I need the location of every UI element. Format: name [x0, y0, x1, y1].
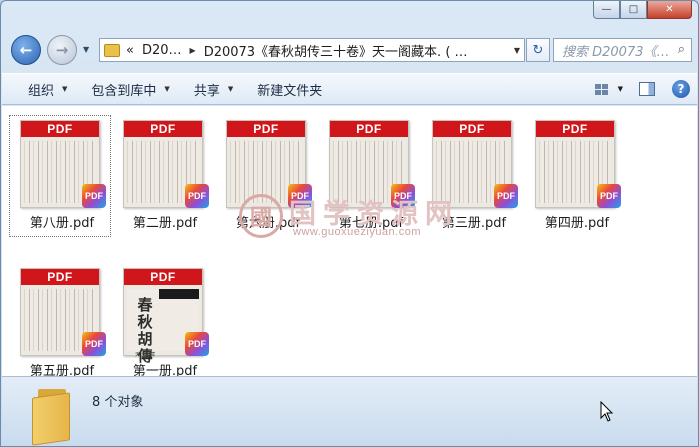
chevron-down-icon: ▼	[227, 85, 234, 93]
include-in-library-menu[interactable]: 包含到库中 ▼	[79, 80, 181, 99]
file-list[interactable]: PDF PDF 第八册.pdf PDF PDF 第二册.pdf PDF PDF 第六册.pdf P…	[2, 106, 697, 379]
pdf-label: PDF	[227, 121, 305, 137]
file-item[interactable]: PDF PDF 第二册.pdf	[115, 113, 215, 231]
address-bar[interactable]: « D20… ▶ D20073《春秋胡传三十卷》天一阁藏本. ( … ▼	[99, 38, 525, 62]
preview-pane-button[interactable]	[637, 80, 657, 98]
change-view-button[interactable]	[592, 80, 612, 98]
organize-label: 组织	[28, 83, 55, 99]
organize-menu[interactable]: 组织 ▼	[2, 80, 79, 99]
explorer-window: — □ ✕ ← → ▼ « D20… ▶ D20073《春秋胡传三十卷》天一阁藏…	[0, 0, 699, 447]
arrow-right-icon: →	[55, 41, 69, 59]
refresh-icon: ↻	[532, 42, 544, 58]
file-item[interactable]: PDF PDF 第六册.pdf	[218, 113, 318, 231]
view-dropdown-icon[interactable]: ▼	[618, 85, 623, 93]
minimize-button[interactable]: —	[593, 1, 620, 19]
help-button[interactable]: ?	[671, 80, 691, 98]
breadcrumb-current[interactable]: D20073《春秋胡传三十卷》天一阁藏本. ( …	[204, 41, 468, 60]
file-name: 第七册.pdf	[338, 216, 404, 231]
close-button[interactable]: ✕	[647, 1, 692, 19]
pdf-label: PDF	[124, 121, 202, 137]
window-controls: — □ ✕	[593, 1, 692, 19]
details-pane: 8 个对象	[2, 376, 697, 446]
breadcrumb-overflow[interactable]: «	[126, 43, 134, 58]
search-placeholder: 搜索 D20073《…	[562, 44, 670, 60]
address-dropdown-icon[interactable]: ▼	[514, 46, 520, 55]
folder-icon	[32, 387, 76, 446]
file-name: 第二册.pdf	[132, 216, 198, 231]
file-item[interactable]: PDF PDF 第七册.pdf	[321, 113, 421, 231]
file-name: 第三册.pdf	[441, 216, 507, 231]
arrow-left-icon: ←	[19, 41, 33, 59]
pdf-label: PDF	[21, 269, 99, 285]
file-item[interactable]: PDF 春秋胡傳 天一閣藏 PDF 第一册.pdf	[115, 261, 215, 379]
pdf-app-icon: PDF	[82, 332, 106, 356]
mouse-cursor-icon	[600, 401, 614, 422]
breadcrumb-parent[interactable]: D20…	[142, 43, 182, 58]
pdf-app-icon: PDF	[185, 332, 209, 356]
cover-subtitle: 天一閣藏	[134, 352, 155, 358]
recent-pages-dropdown[interactable]: ▼	[83, 45, 89, 54]
breadcrumb-separator-icon[interactable]: ▶	[190, 46, 196, 55]
item-count: 8 个对象	[92, 395, 144, 410]
chevron-down-icon: ▼	[164, 85, 170, 93]
cover-label-block	[159, 289, 199, 299]
toolbar-right: ▼ ?	[578, 80, 691, 98]
file-name: 第八册.pdf	[29, 216, 95, 231]
maximize-button[interactable]: □	[620, 1, 647, 19]
navigation-bar: ← → ▼ « D20… ▶ D20073《春秋胡传三十卷》天一阁藏本. ( ……	[9, 35, 692, 67]
preview-pane-icon	[639, 82, 655, 96]
pdf-app-icon: PDF	[494, 184, 518, 208]
view-grid-icon	[595, 83, 609, 95]
pdf-app-icon: PDF	[391, 184, 415, 208]
help-icon: ?	[672, 80, 690, 98]
back-button[interactable]: ←	[11, 35, 41, 65]
chevron-down-icon: ▼	[62, 85, 68, 93]
new-folder-button[interactable]: 新建文件夹	[245, 80, 334, 99]
search-icon[interactable]: ⌕	[678, 42, 685, 57]
file-item[interactable]: PDF PDF 第五册.pdf	[12, 261, 112, 379]
file-name: 第六册.pdf	[235, 216, 301, 231]
include-label: 包含到库中	[91, 83, 157, 99]
refresh-button[interactable]: ↻	[526, 38, 550, 62]
forward-button[interactable]: →	[47, 35, 77, 65]
command-bar: 组织 ▼ 包含到库中 ▼ 共享 ▼ 新建文件夹 ▼ ?	[2, 73, 697, 105]
share-menu[interactable]: 共享 ▼	[182, 80, 245, 99]
pdf-app-icon: PDF	[185, 184, 209, 208]
file-item[interactable]: PDF PDF 第三册.pdf	[424, 113, 524, 231]
file-name: 第四册.pdf	[544, 216, 610, 231]
file-item[interactable]: PDF PDF 第四册.pdf	[527, 113, 627, 231]
new-folder-label: 新建文件夹	[257, 83, 323, 99]
search-input[interactable]: 搜索 D20073《… ⌕	[553, 38, 692, 62]
pdf-label: PDF	[21, 121, 99, 137]
pdf-app-icon: PDF	[82, 184, 106, 208]
pdf-label: PDF	[433, 121, 511, 137]
pdf-label: PDF	[124, 269, 202, 285]
pdf-label: PDF	[330, 121, 408, 137]
share-label: 共享	[193, 83, 220, 99]
file-item[interactable]: PDF PDF 第八册.pdf	[9, 113, 112, 237]
folder-icon	[104, 43, 120, 57]
pdf-app-icon: PDF	[597, 184, 621, 208]
pdf-label: PDF	[536, 121, 614, 137]
pdf-app-icon: PDF	[288, 184, 312, 208]
